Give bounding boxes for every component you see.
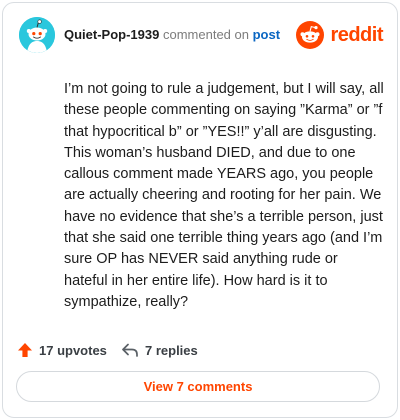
upvote-arrow-icon bbox=[18, 343, 32, 357]
commented-on-text: commented on bbox=[162, 27, 249, 42]
reply-arrow-icon bbox=[122, 343, 138, 357]
comment-text: I’m not going to rule a judgement, but I… bbox=[64, 81, 384, 310]
reddit-brand[interactable]: reddit bbox=[296, 19, 383, 51]
replies-button[interactable]: 7 replies bbox=[121, 339, 198, 361]
comment-header: Quiet-Pop-1939 commented on post reddit bbox=[17, 17, 383, 57]
upvote-button[interactable]: 17 upvotes bbox=[17, 339, 107, 361]
replies-count: 7 replies bbox=[145, 342, 198, 358]
post-link[interactable]: post bbox=[253, 27, 280, 42]
upvotes-count: 17 upvotes bbox=[39, 342, 107, 358]
reddit-wordmark: reddit bbox=[330, 23, 383, 46]
comment-actions: 17 upvotes 7 replies bbox=[17, 339, 383, 361]
username-link[interactable]: Quiet-Pop-1939 bbox=[64, 27, 159, 42]
reddit-logo-icon bbox=[296, 21, 325, 49]
avatar[interactable] bbox=[19, 17, 55, 53]
view-comments-button[interactable]: View 7 comments bbox=[16, 371, 380, 402]
byline: Quiet-Pop-1939 commented on post bbox=[64, 27, 280, 43]
snoo-avatar-icon bbox=[19, 17, 55, 53]
comment-card: Quiet-Pop-1939 commented on post reddit … bbox=[2, 2, 398, 418]
